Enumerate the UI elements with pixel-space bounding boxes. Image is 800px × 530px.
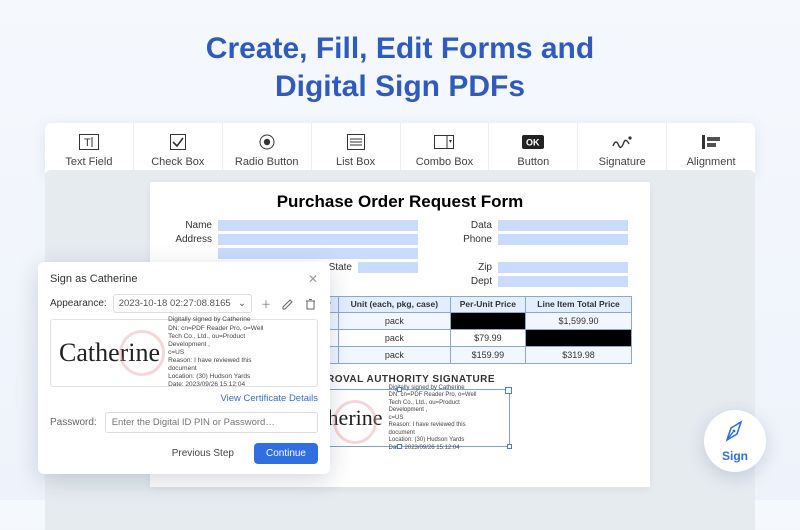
tool-list-box[interactable]: List Box bbox=[312, 123, 401, 177]
tool-check-box[interactable]: Check Box bbox=[134, 123, 223, 177]
field-label: Data bbox=[448, 220, 492, 231]
svg-text:T: T bbox=[84, 137, 91, 149]
previous-step-button[interactable]: Previous Step bbox=[160, 443, 246, 464]
list-box-icon bbox=[347, 133, 365, 151]
close-icon[interactable]: ✕ bbox=[308, 272, 318, 286]
sign-fab[interactable]: Sign bbox=[704, 410, 766, 472]
radio-button-icon bbox=[259, 133, 275, 151]
data-field[interactable] bbox=[498, 220, 628, 231]
signature-metadata: Digitally signed by Catherine DN: cn=PDF… bbox=[389, 385, 477, 453]
name-field[interactable] bbox=[218, 220, 418, 231]
ok-button-icon: OK bbox=[522, 133, 544, 151]
dialog-title: Sign as Catherine bbox=[50, 273, 137, 285]
field-label: Name bbox=[168, 220, 212, 231]
address2-field[interactable] bbox=[218, 248, 418, 259]
form-tools-toolbar: T Text Field Check Box Radio Button List… bbox=[45, 123, 755, 177]
field-label: Phone bbox=[448, 234, 492, 245]
tool-radio-button[interactable]: Radio Button bbox=[223, 123, 312, 177]
field-label: Zip bbox=[448, 262, 492, 273]
checkbox-icon bbox=[170, 133, 186, 151]
appearance-dropdown[interactable]: 2023-10-18 02:27:08.8165 ⌄ bbox=[113, 294, 252, 313]
tool-label: Check Box bbox=[151, 156, 204, 168]
signature-metadata: Digitally signed by Catherine DN: cn=PDF… bbox=[168, 316, 263, 389]
sign-fab-label: Sign bbox=[722, 449, 748, 463]
tool-label: Text Field bbox=[65, 156, 112, 168]
field-label: Dept bbox=[448, 276, 492, 287]
tool-alignment[interactable]: Alignment bbox=[667, 123, 755, 177]
continue-button[interactable]: Continue bbox=[254, 443, 318, 464]
sign-dialog: Sign as Catherine ✕ Appearance: 2023-10-… bbox=[38, 262, 330, 474]
view-certificate-link[interactable]: View Certificate Details bbox=[220, 393, 318, 404]
tool-button[interactable]: OK Button bbox=[489, 123, 578, 177]
address-field[interactable] bbox=[218, 234, 418, 245]
tool-label: Signature bbox=[599, 156, 646, 168]
tool-label: List Box bbox=[336, 156, 375, 168]
edit-appearance-button[interactable] bbox=[280, 296, 296, 312]
col-header: Per-Unit Price bbox=[450, 297, 525, 313]
state-field[interactable] bbox=[358, 262, 418, 273]
password-input[interactable] bbox=[105, 412, 318, 433]
signature-icon bbox=[611, 133, 633, 151]
tool-label: Alignment bbox=[687, 156, 736, 168]
text-field-icon: T bbox=[79, 133, 99, 151]
dept-field[interactable] bbox=[498, 276, 628, 287]
appearance-label: Appearance: bbox=[50, 298, 107, 309]
phone-field[interactable] bbox=[498, 234, 628, 245]
seal-stamp-icon bbox=[115, 326, 168, 379]
tool-label: Combo Box bbox=[416, 156, 473, 168]
zip-field[interactable] bbox=[498, 262, 628, 273]
form-title: Purchase Order Request Form bbox=[168, 192, 632, 212]
col-header: Line Item Total Price bbox=[526, 297, 632, 313]
signature-preview: Catherine Digitally signed by Catherine … bbox=[50, 319, 318, 387]
alignment-icon bbox=[702, 133, 720, 151]
redacted-cell: xxxx bbox=[526, 330, 632, 347]
add-appearance-button[interactable]: ＋ bbox=[258, 296, 274, 312]
combo-box-icon bbox=[434, 133, 454, 151]
svg-text:OK: OK bbox=[526, 138, 540, 148]
redacted-cell: xxxx bbox=[450, 313, 525, 330]
password-label: Password: bbox=[50, 417, 97, 428]
tool-combo-box[interactable]: Combo Box bbox=[401, 123, 490, 177]
tool-text-field[interactable]: T Text Field bbox=[45, 123, 134, 177]
tool-signature[interactable]: Signature bbox=[578, 123, 667, 177]
col-header: Unit (each, pkg, case) bbox=[339, 297, 451, 313]
marketing-headline: Create, Fill, Edit Forms and Digital Sig… bbox=[0, 0, 800, 123]
tool-label: Radio Button bbox=[235, 156, 299, 168]
field-label bbox=[448, 248, 492, 259]
delete-appearance-button[interactable] bbox=[302, 296, 318, 312]
pen-nib-icon bbox=[723, 420, 747, 447]
chevron-down-icon: ⌄ bbox=[238, 298, 246, 309]
tool-label: Button bbox=[517, 156, 549, 168]
field-label: Address bbox=[168, 234, 212, 245]
